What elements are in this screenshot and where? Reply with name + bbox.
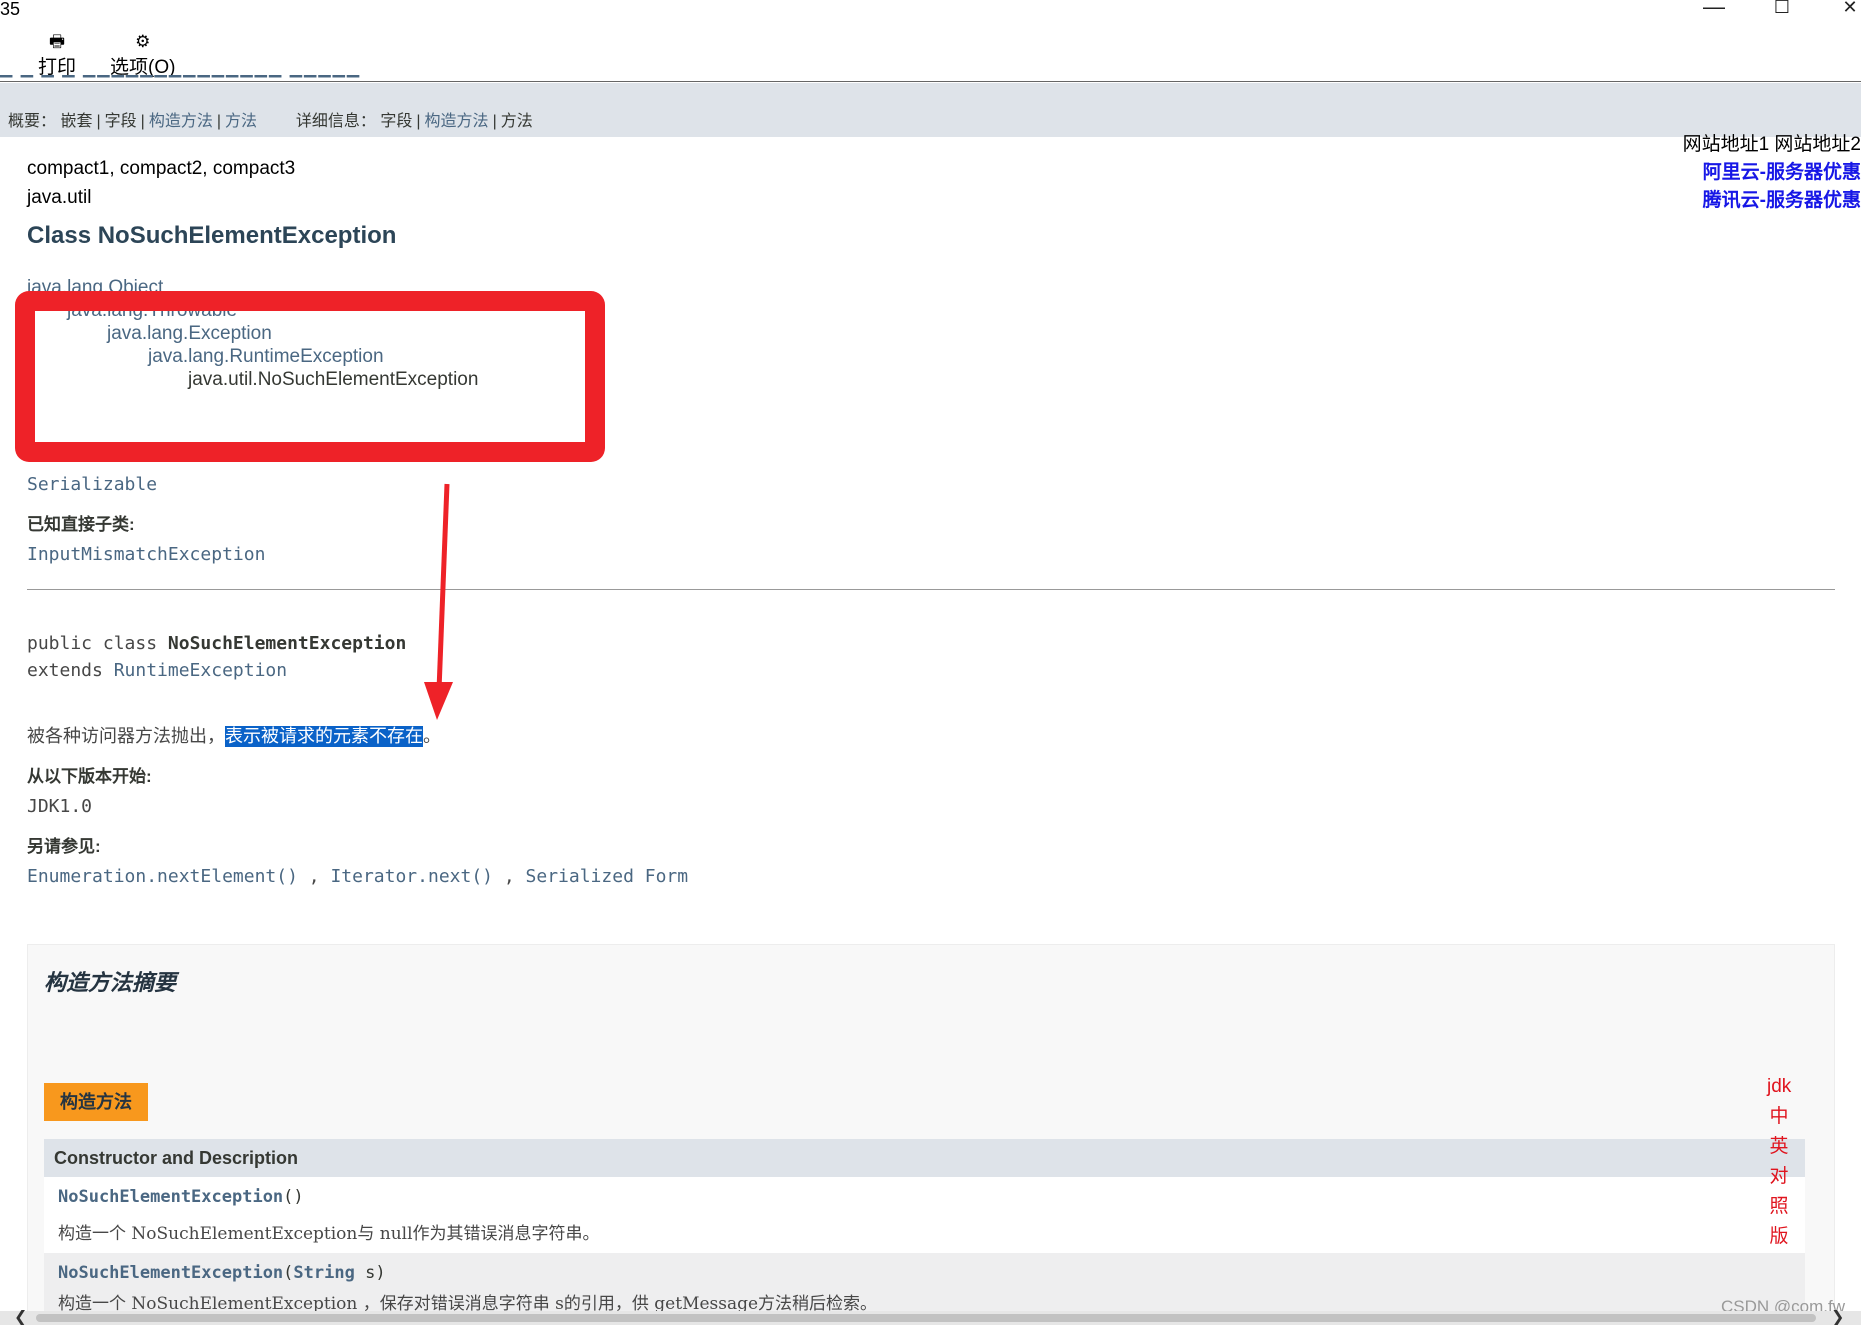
constructor-signature: NoSuchElementException(String s) xyxy=(58,1263,386,1283)
constructor-table-header: Constructor and Description xyxy=(44,1139,1805,1177)
scroll-thumb[interactable] xyxy=(36,1314,1816,1322)
arrow-shaft xyxy=(436,483,450,691)
constructor-signature: NoSuchElementException() xyxy=(58,1187,304,1207)
constructor-table-caption: 构造方法 xyxy=(44,1083,148,1121)
scroll-right-icon[interactable]: ❯ xyxy=(1831,1307,1844,1325)
constructor-params: () xyxy=(283,1187,304,1207)
constructor-summary-title: 构造方法摘要 xyxy=(44,970,177,995)
vertical-char: jdk xyxy=(1767,1076,1792,1097)
horizontal-scrollbar[interactable]: ❮ ❯ xyxy=(0,1309,1861,1325)
constructor-link[interactable]: NoSuchElementException xyxy=(58,1187,283,1207)
string-type-link[interactable]: String xyxy=(293,1263,354,1283)
arrow-head xyxy=(424,682,453,720)
vertical-char: 照 xyxy=(1769,1196,1789,1217)
jdk-bilingual-label[interactable]: jdk 中 英 对 照 版 xyxy=(1767,1072,1791,1252)
scroll-left-icon[interactable]: ❮ xyxy=(14,1307,27,1325)
constructor-summary: 构造方法摘要 构造方法 Constructor and Description … xyxy=(27,944,1835,1325)
vertical-char: 英 xyxy=(1769,1136,1789,1157)
constructor-link[interactable]: NoSuchElementException xyxy=(58,1263,283,1283)
table-row: NoSuchElementException() 构造一个 NoSuchElem… xyxy=(44,1177,1805,1253)
vertical-char: 版 xyxy=(1769,1226,1789,1247)
vertical-char: 对 xyxy=(1769,1166,1789,1187)
constructor-description: 构造一个 NoSuchElementException与 null作为其错误消息… xyxy=(58,1224,600,1244)
constructor-params-open: ( xyxy=(283,1263,294,1283)
vertical-char: 中 xyxy=(1769,1106,1789,1127)
constructor-param-name: s) xyxy=(354,1263,386,1283)
